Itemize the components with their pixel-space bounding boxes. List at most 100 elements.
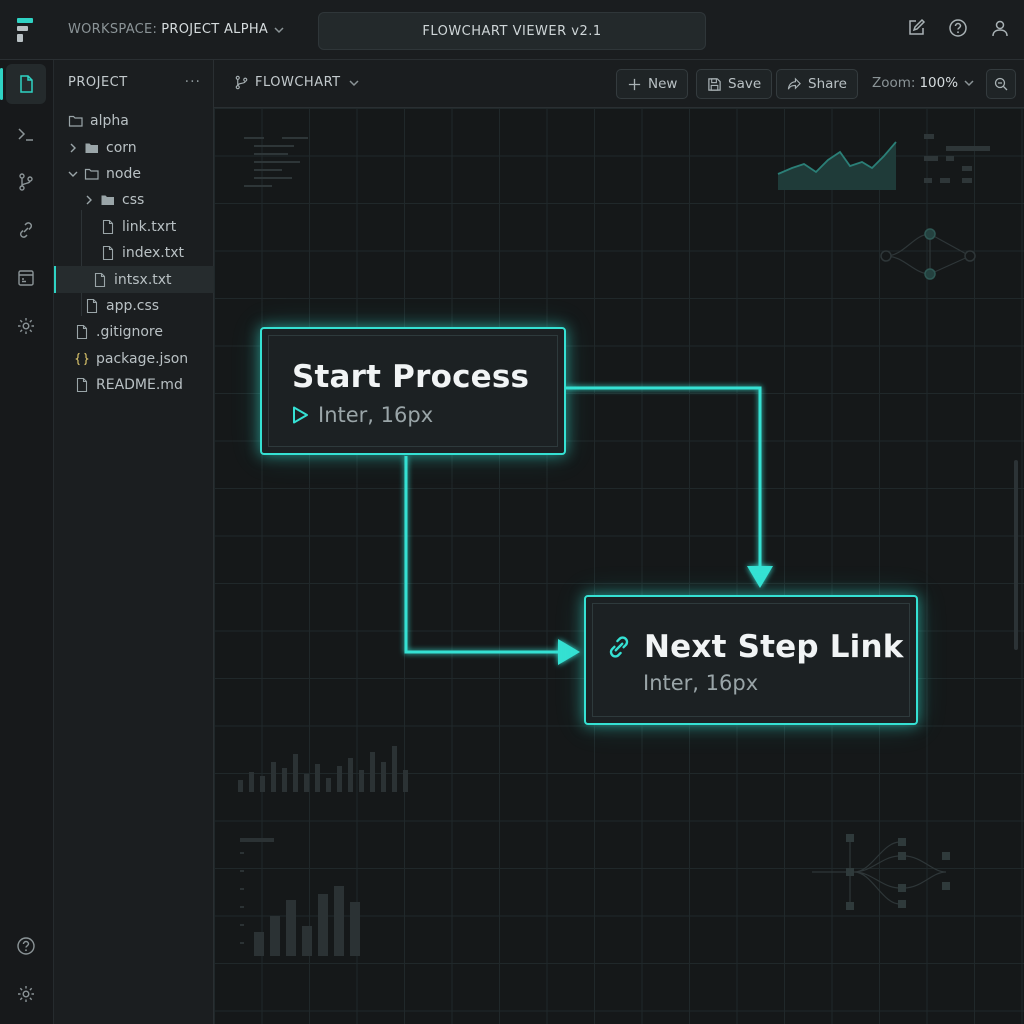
tree-item-package-json[interactable]: package.json (54, 346, 214, 372)
share-icon (787, 77, 801, 90)
activity-help[interactable] (6, 926, 46, 966)
tree-item-css[interactable]: css (54, 187, 214, 213)
more-actions-button[interactable]: ··· (185, 74, 201, 90)
canvas-toolbar: FLOWCHART New Save Share Zoom: 100% (214, 60, 1024, 108)
flowchart-selector[interactable]: FLOWCHART (234, 75, 361, 90)
activity-explorer[interactable] (0, 64, 46, 104)
chevron-right-icon (70, 143, 76, 153)
vertical-scrollbar[interactable] (1014, 460, 1018, 650)
tree-item-gitignore[interactable]: .gitignore (54, 319, 214, 345)
workspace-prefix: WORKSPACE: (68, 22, 158, 37)
folder-open-icon (68, 116, 83, 127)
workspace-name: PROJECT ALPHA (161, 22, 269, 37)
tree-item-node[interactable]: node (54, 161, 214, 187)
save-icon (708, 77, 721, 91)
tree-item-index-txt[interactable]: index.txt (54, 240, 214, 266)
decoration-bar (337, 766, 342, 792)
tree-item-label: alpha (90, 113, 129, 130)
decoration-bar (254, 932, 264, 956)
new-button[interactable]: New (616, 69, 689, 99)
save-button[interactable]: Save (696, 69, 773, 99)
decoration-bar (348, 758, 353, 792)
decoration-bar (350, 902, 360, 956)
text-lines-decoration (244, 137, 308, 187)
connector-start-to-next-top (566, 386, 762, 570)
decoration-bar (270, 916, 280, 956)
workspace-selector[interactable]: WORKSPACE: PROJECT ALPHA (68, 22, 286, 37)
decoration-bar (282, 768, 287, 792)
tree-item-label: node (106, 165, 141, 182)
activity-terminal[interactable] (6, 114, 46, 154)
node-title: Start Process (292, 359, 530, 395)
node-next-step-link[interactable]: Next Step Link Inter, 16px (584, 595, 918, 725)
tree-item-label: corn (106, 139, 137, 156)
file-icon (94, 272, 106, 287)
file-icon (102, 219, 114, 234)
activity-manage[interactable] (6, 974, 46, 1014)
activity-bar (0, 60, 54, 1024)
node-font-info: Inter, 16px (643, 671, 759, 695)
app-title: FLOWCHART VIEWER v2.1 (318, 12, 706, 50)
node-font-info: Inter, 16px (318, 403, 434, 427)
tree-item-alpha[interactable]: alpha (54, 108, 214, 134)
tree-item-app-css[interactable]: app.css (54, 293, 214, 319)
decoration-bar (403, 770, 408, 792)
folder-icon (85, 143, 98, 153)
file-explorer: PROJECT ··· alpha corn node css link.txr… (54, 60, 214, 1024)
decoration-tick (240, 942, 244, 944)
activity-links[interactable] (6, 210, 46, 250)
tree-item-readme[interactable]: README.md (54, 372, 214, 398)
share-button[interactable]: Share (776, 69, 858, 99)
explorer-title: PROJECT (68, 75, 128, 90)
zoom-fit-button[interactable] (986, 69, 1016, 99)
file-tree: alpha corn node css link.txrt index.txt … (54, 108, 214, 398)
tree-item-intsx-txt[interactable]: intsx.txt (54, 266, 214, 294)
decoration-tick (240, 852, 244, 854)
share-label: Share (808, 76, 847, 92)
connector-start-to-next-left (404, 456, 562, 654)
save-label: Save (728, 76, 762, 92)
decoration-bar (302, 926, 312, 956)
activity-panel[interactable] (6, 258, 46, 298)
decoration-bar (326, 778, 331, 792)
decoration-tick (240, 888, 244, 890)
node-title-row: Next Step Link (606, 629, 904, 665)
title-bar: WORKSPACE: PROJECT ALPHA FLOWCHART VIEWE… (0, 0, 1024, 60)
activity-settings[interactable] (6, 306, 46, 346)
activity-source-control[interactable] (6, 162, 46, 202)
tree-item-label: README.md (96, 377, 183, 394)
decoration-bar (304, 774, 309, 792)
edit-icon[interactable] (906, 18, 926, 38)
network-decoration (880, 228, 976, 280)
help-icon[interactable] (948, 18, 968, 38)
tree-item-label: css (122, 192, 145, 209)
new-label: New (648, 76, 678, 92)
tree-item-label: app.css (106, 297, 160, 314)
folder-open-icon (84, 168, 99, 180)
decoration-bar (392, 746, 397, 792)
zoom-selector[interactable]: Zoom: 100% (872, 75, 976, 91)
window-icon (18, 270, 34, 286)
file-icon (102, 246, 114, 261)
tree-item-link-txrt[interactable]: link.txrt (54, 214, 214, 240)
git-branch-icon (19, 173, 33, 191)
tree-item-corn[interactable]: corn (54, 134, 214, 160)
zoom-prefix: Zoom: (872, 75, 916, 91)
histogram-decoration (238, 746, 408, 792)
file-icon (76, 378, 88, 393)
node-start-process[interactable]: Start Process Inter, 16px (260, 327, 566, 455)
gear-icon (18, 318, 34, 334)
flowchart-canvas[interactable]: Start Process Inter, 16px Next Step Link… (214, 108, 1024, 1024)
git-branch-icon (235, 75, 248, 90)
help-icon (17, 937, 35, 955)
tree-item-label: index.txt (122, 245, 185, 262)
chevron-right-icon (86, 195, 92, 205)
file-icon (86, 298, 98, 313)
decoration-bar (381, 762, 386, 792)
chevron-down-icon (964, 80, 974, 87)
user-icon[interactable] (990, 18, 1010, 38)
tree-graph-decoration (812, 834, 950, 910)
decoration-bar (334, 886, 344, 956)
decoration-bar (318, 894, 328, 956)
bars-decoration (924, 134, 990, 183)
